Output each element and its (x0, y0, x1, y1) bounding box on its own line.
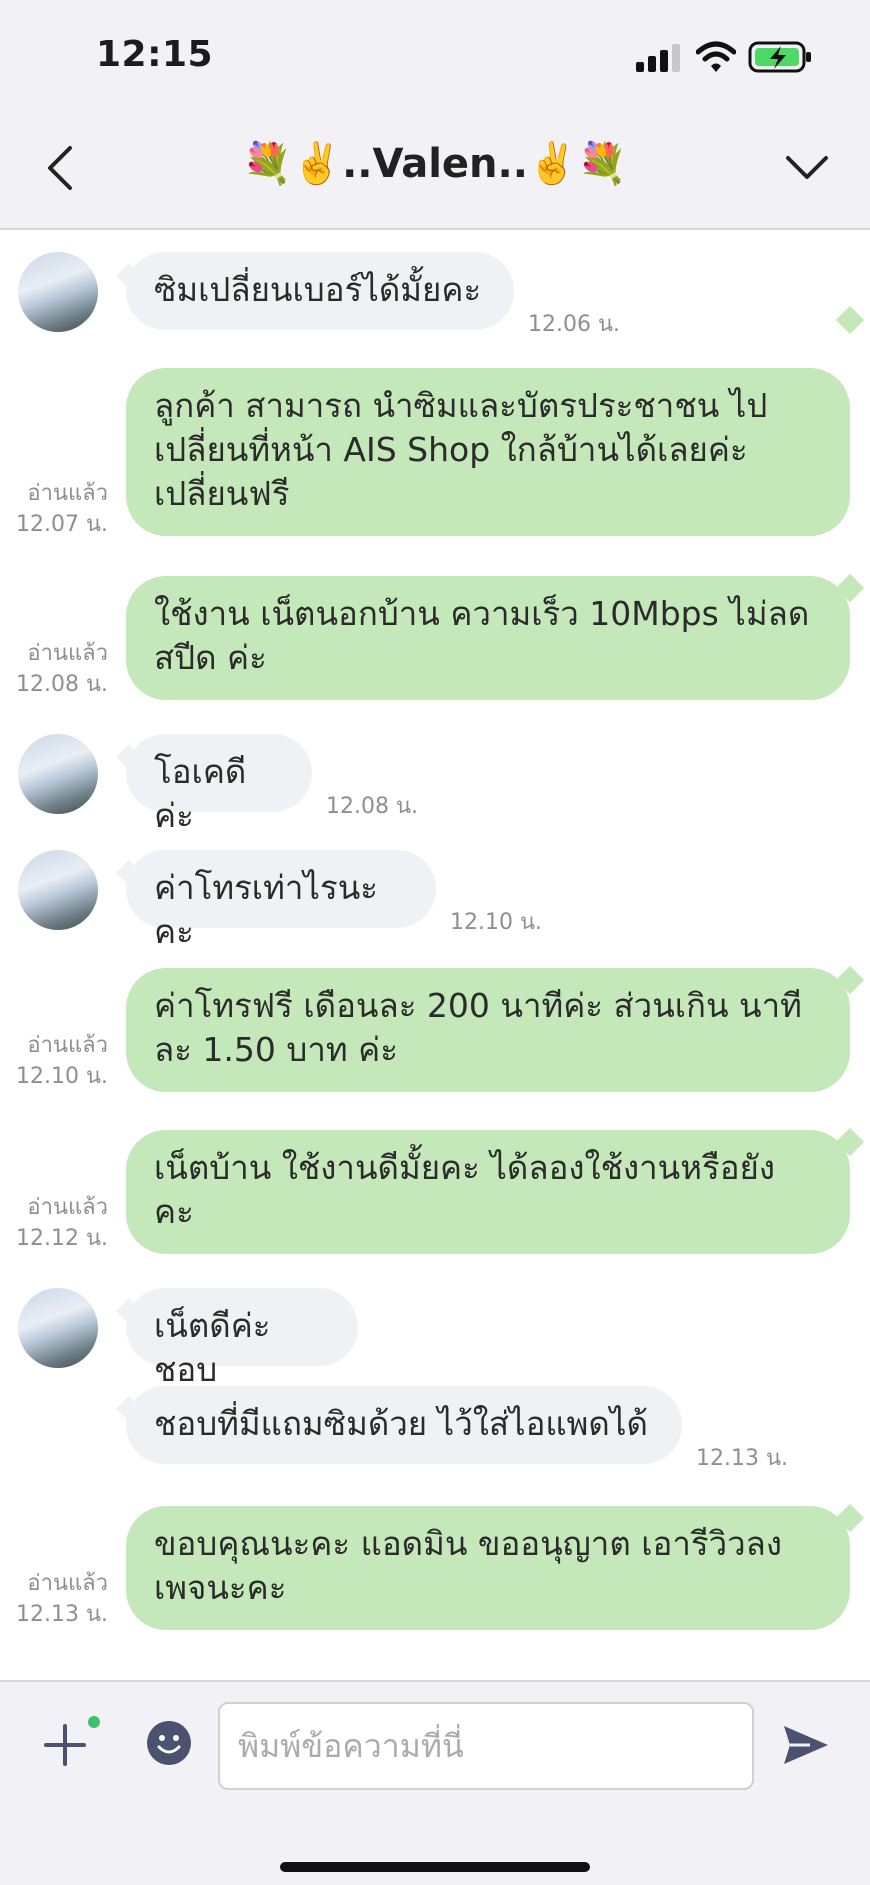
message-bubble-incoming[interactable]: ค่าโทรเท่าไรนะคะ (126, 850, 436, 951)
chevron-left-icon[interactable] (40, 142, 80, 194)
message-bubble-incoming[interactable]: โอเคดีค่ะ (126, 734, 312, 835)
message-bubble-outgoing[interactable]: ขอบคุณนะคะ แอดมิน ขออนุญาต เอารีวิวลง เพ… (126, 1506, 850, 1630)
message-meta: อ่านแล้ว 12.07 น. (8, 478, 108, 540)
read-receipt: อ่านแล้ว (27, 1033, 108, 1058)
smiley-icon[interactable] (146, 1720, 192, 1766)
message-bubble-incoming[interactable]: ซิมเปลี่ยนเบอร์ได้มั้ยคะ (126, 252, 514, 330)
message-time: 12.08 น. (326, 794, 419, 819)
message-bubble-incoming[interactable]: ชอบที่มีแถมซิมด้วย ไว้ใส่ไอแพดได้ (126, 1386, 682, 1464)
message-time: 12.08 น. (15, 672, 108, 697)
message-meta: อ่านแล้ว 12.12 น. (8, 1192, 108, 1254)
avatar[interactable] (18, 1288, 98, 1368)
read-receipt: อ่านแล้ว (27, 1571, 108, 1596)
message-composer (0, 1680, 870, 1885)
status-time: 12:15 (96, 34, 214, 75)
message-time: 12.12 น. (15, 1226, 108, 1251)
message-bubble-outgoing[interactable]: ใช้งาน เน็ตนอกบ้าน ความเร็ว 10Mbps ไม่ลด… (126, 576, 850, 700)
message-meta: อ่านแล้ว 12.10 น. (8, 1030, 108, 1092)
message-meta: อ่านแล้ว 12.13 น. (8, 1568, 108, 1630)
notification-dot (88, 1716, 100, 1728)
message-meta: อ่านแล้ว 12.08 น. (8, 638, 108, 700)
plus-icon[interactable] (40, 1720, 90, 1770)
send-icon[interactable] (780, 1722, 830, 1768)
chat-title[interactable]: 💐✌️..Valen..✌️💐 (200, 140, 670, 187)
status-bar: 12:15 (0, 0, 870, 110)
message-bubble-outgoing[interactable]: ลูกค้า สามารถ นำซิมและบัตรประชาชน ไป เปล… (126, 368, 850, 536)
read-receipt: อ่านแล้ว (27, 1195, 108, 1220)
message-time: 12.07 น. (15, 512, 108, 537)
read-receipt: อ่านแล้ว (27, 641, 108, 666)
message-bubble-incoming[interactable]: เน็ตดีค่ะชอบ (126, 1288, 358, 1389)
bubble-tail (835, 305, 865, 335)
message-time: 12.13 น. (696, 1446, 789, 1471)
avatar[interactable] (18, 734, 98, 814)
message-time: 12.13 น. (15, 1602, 108, 1627)
chat-messages[interactable]: ซิมเปลี่ยนเบอร์ได้มั้ยคะ 12.06 น. อ่านแล… (0, 230, 870, 1680)
chevron-down-icon[interactable] (780, 146, 834, 190)
message-bubble-outgoing[interactable]: ค่าโทรฟรี เดือนละ 200 นาทีค่ะ ส่วนเกิน น… (126, 968, 850, 1092)
wifi-icon (696, 41, 736, 72)
message-bubble-outgoing[interactable]: เน็ตบ้าน ใช้งานดีมั้ยคะ ได้ลองใช้งานหรือ… (126, 1130, 850, 1254)
read-receipt: อ่านแล้ว (27, 481, 108, 506)
message-time: 12.06 น. (528, 312, 621, 337)
avatar[interactable] (18, 850, 98, 930)
message-time: 12.10 น. (450, 910, 543, 935)
chat-header: 💐✌️..Valen..✌️💐 (0, 110, 870, 230)
avatar[interactable] (18, 252, 98, 332)
cellular-signal-icon (636, 44, 680, 72)
battery-charging-icon (748, 41, 811, 73)
message-time: 12.10 น. (15, 1064, 108, 1089)
message-input[interactable] (218, 1702, 754, 1790)
home-indicator[interactable] (280, 1862, 590, 1872)
